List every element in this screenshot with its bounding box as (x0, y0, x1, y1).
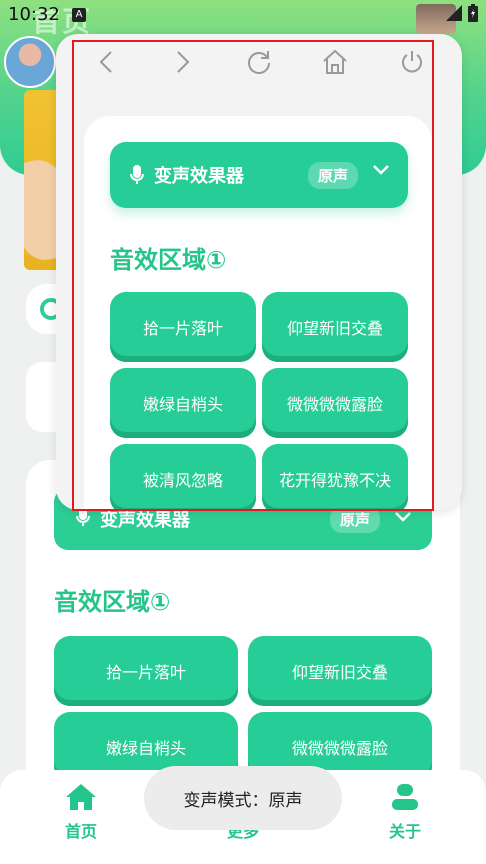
home-icon (66, 784, 96, 810)
voice-changer-bar[interactable]: 变声效果器 原声 (110, 142, 408, 208)
voice-changer-label: 变声效果器 (154, 166, 244, 187)
forward-icon[interactable] (163, 42, 203, 82)
user-icon (392, 784, 418, 810)
refresh-icon[interactable] (239, 42, 279, 82)
bg-section-title: 音效区域① (54, 588, 171, 616)
nav-about-label: 关于 (388, 822, 421, 841)
avatar[interactable] (4, 36, 56, 88)
status-time: 10:32 (8, 4, 60, 25)
chevron-down-icon[interactable] (372, 164, 390, 176)
nav-about[interactable]: 关于 (355, 782, 455, 842)
effect-button[interactable]: 嫩绿自梢头 (110, 368, 256, 438)
status-icons (446, 4, 478, 22)
signal-icon (446, 5, 462, 21)
browser-toolbar (56, 34, 462, 90)
effect-button[interactable]: 花开得犹豫不决 (262, 444, 408, 511)
nav-home-label: 首页 (64, 822, 97, 841)
section-title: 音效区域① (110, 246, 227, 274)
mode-badge: 原声 (307, 162, 358, 189)
mic-icon (130, 165, 144, 185)
effect-button[interactable]: 微微微微露脸 (262, 368, 408, 438)
effect-button[interactable]: 被清风忽略 (110, 444, 256, 511)
power-icon[interactable] (392, 42, 432, 82)
toast-message: 变声模式：原声 (144, 766, 342, 830)
effect-button[interactable]: 拾一片落叶 (110, 292, 256, 362)
home-icon[interactable] (315, 42, 355, 82)
effect-button[interactable]: 仰望新旧交叠 (262, 292, 408, 362)
battery-icon (468, 4, 478, 22)
bg-effect-button[interactable]: 拾一片落叶 (54, 636, 238, 706)
notification-icon: A (72, 8, 86, 22)
nav-home[interactable]: 首页 (31, 782, 131, 842)
effects-card: 变声效果器 原声 音效区域① 拾一片落叶 仰望新旧交叠 嫩绿自梢头 微微微微露脸… (84, 116, 432, 511)
back-icon[interactable] (86, 42, 126, 82)
bg-effect-button[interactable]: 仰望新旧交叠 (248, 636, 432, 706)
